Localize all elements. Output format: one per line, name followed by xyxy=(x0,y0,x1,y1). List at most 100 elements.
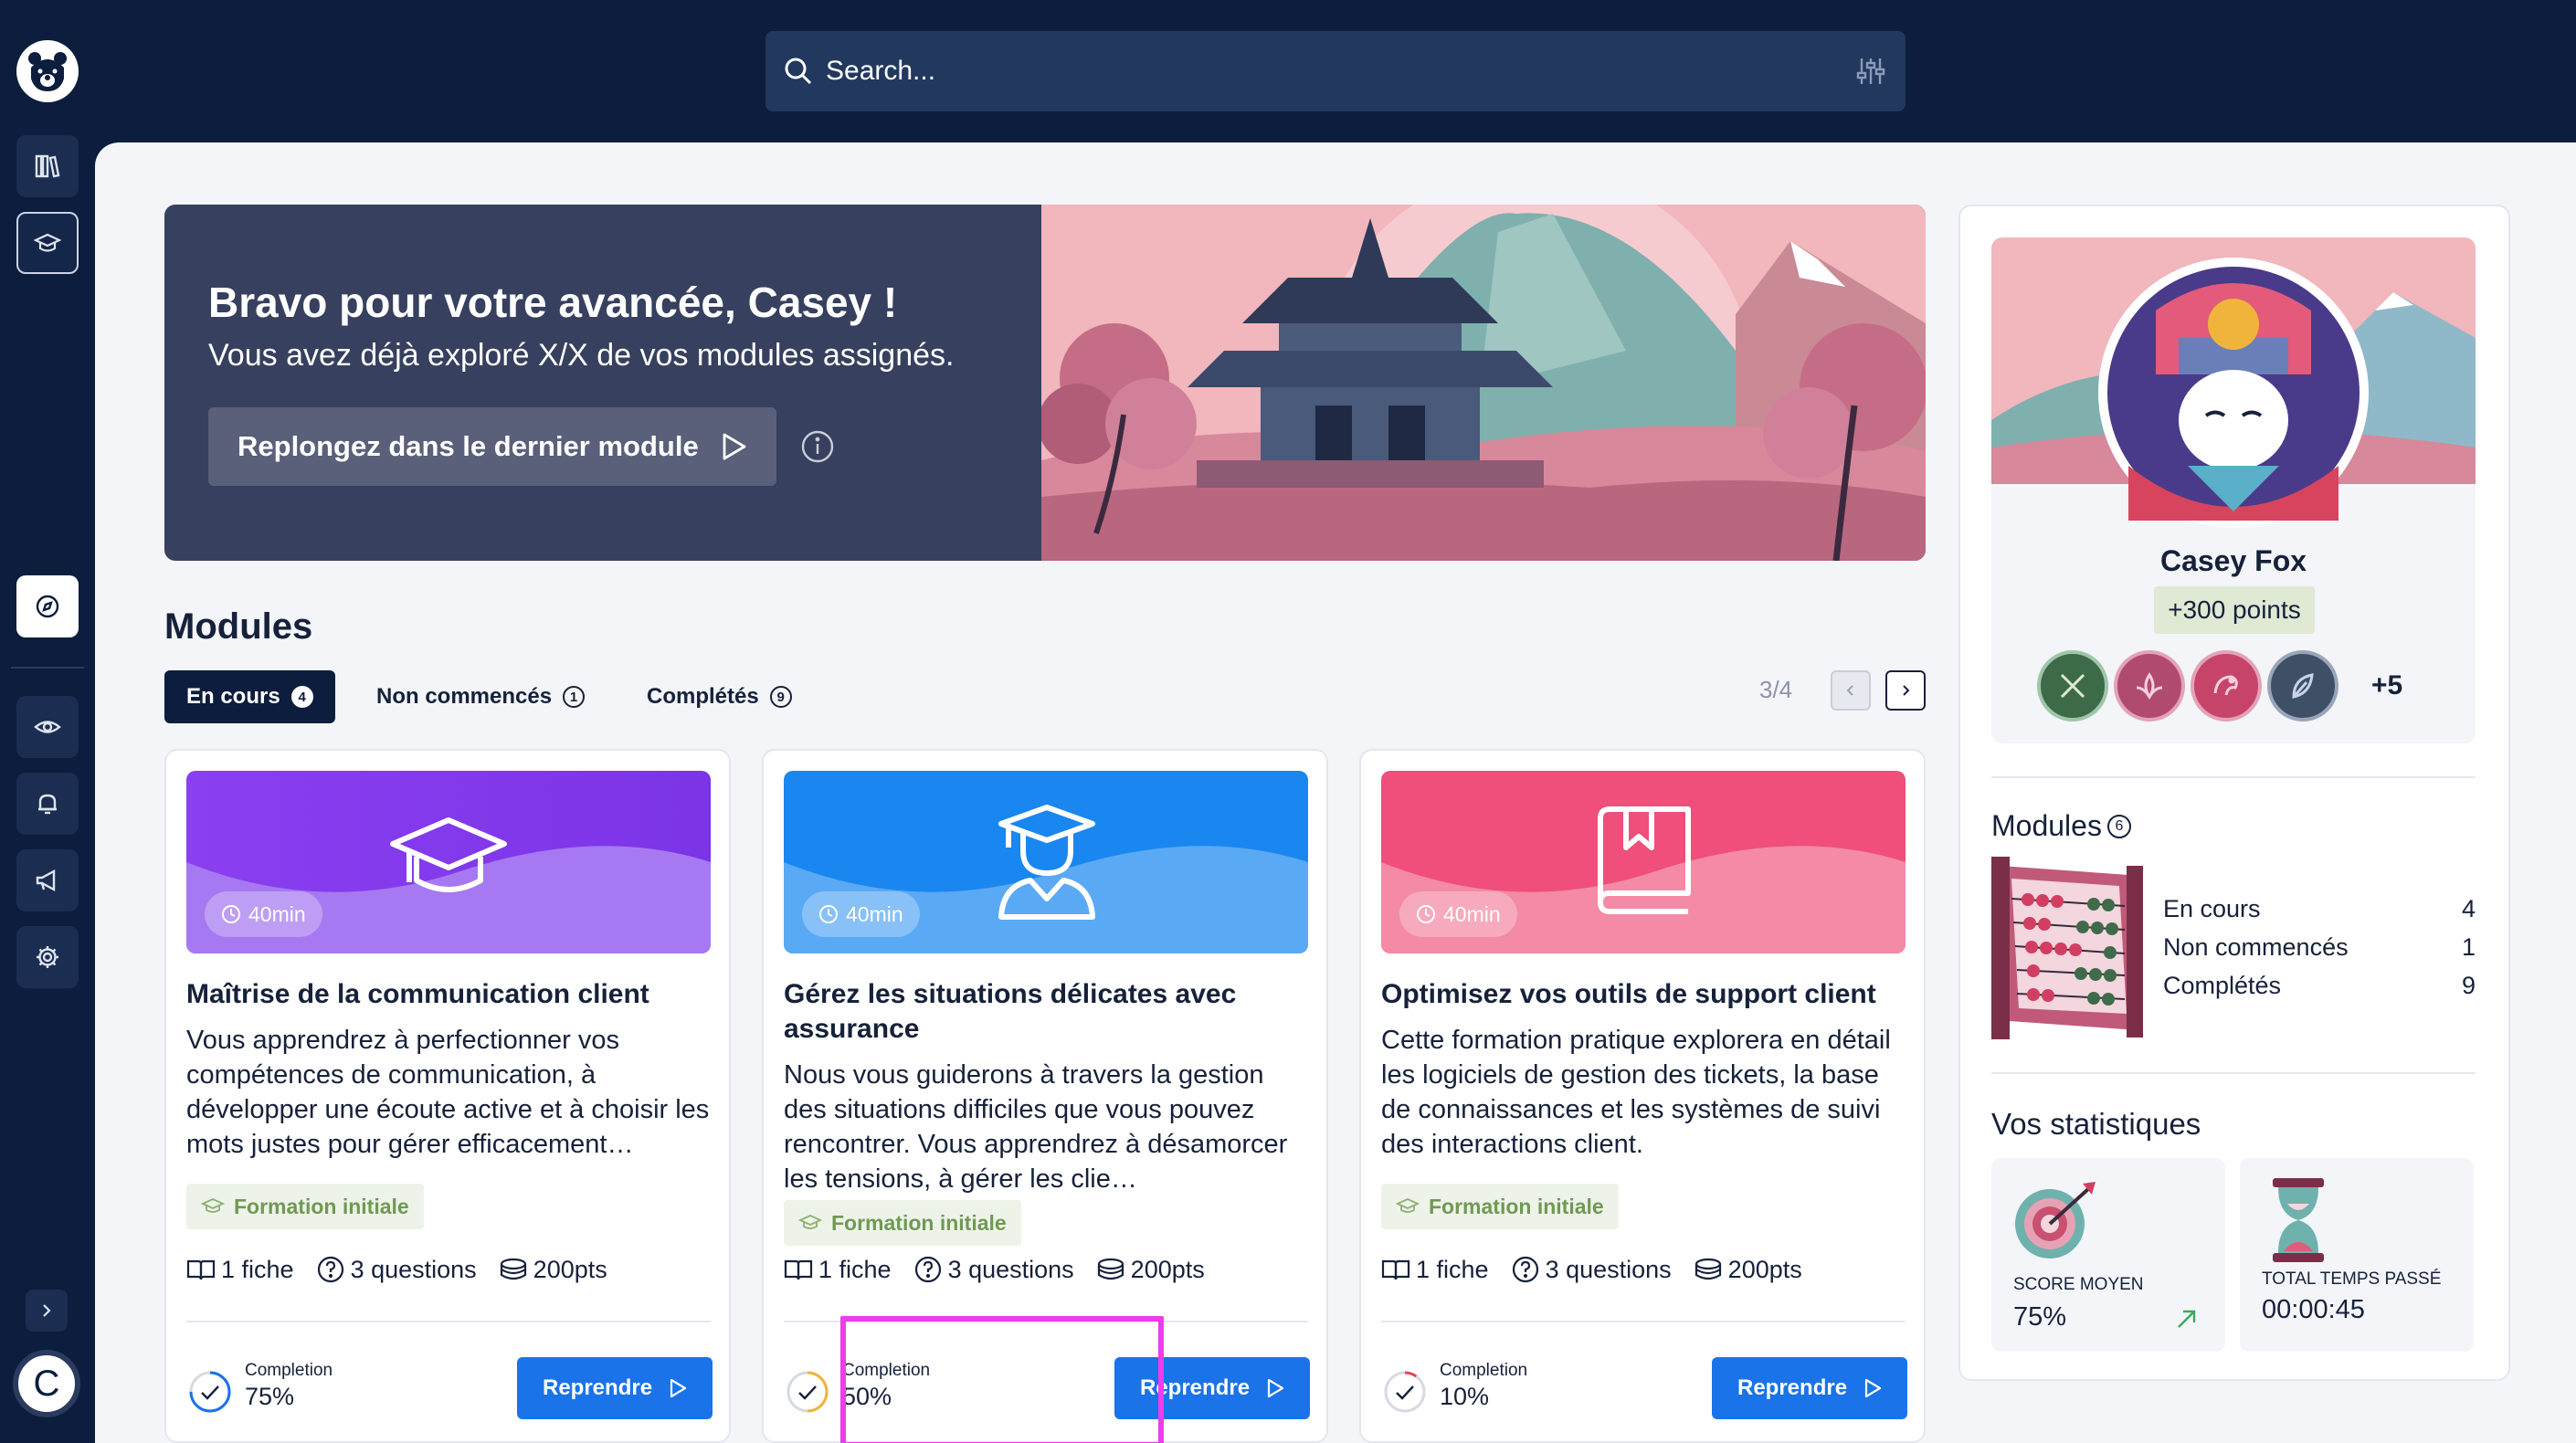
search-input[interactable]: Search... xyxy=(826,56,935,87)
bell-icon xyxy=(38,794,57,815)
chevron-left-icon xyxy=(1846,685,1853,696)
training-nav[interactable] xyxy=(16,212,79,274)
graduation-cap-icon xyxy=(390,817,507,892)
stat-label: Score moyen xyxy=(2013,1275,2144,1294)
search-bar[interactable]: Search... xyxy=(765,31,1906,111)
coins-icon xyxy=(1097,1258,1124,1280)
bear-icon xyxy=(28,52,67,91)
book-icon xyxy=(186,1259,216,1280)
play-icon xyxy=(723,433,746,460)
duration: 40min xyxy=(1443,901,1501,926)
graduation-cap-icon xyxy=(1396,1198,1420,1213)
completion-indicator: Completion 75% xyxy=(186,1361,460,1417)
completion-value: 50% xyxy=(842,1383,892,1410)
play-icon xyxy=(1864,1378,1882,1398)
chevron-right-icon xyxy=(1903,685,1910,696)
card-divider xyxy=(186,1321,711,1322)
stat-value: 75% xyxy=(2013,1302,2067,1332)
book-icon xyxy=(1381,1259,1410,1280)
more-badges-count[interactable]: +5 xyxy=(2371,670,2402,701)
info-icon[interactable] xyxy=(800,429,835,464)
hero-title: Bravo pour votre avancée, Casey ! xyxy=(208,279,898,326)
next-page-button[interactable] xyxy=(1885,670,1926,711)
previous-page-button[interactable] xyxy=(1831,670,1871,711)
badge-feather-icon[interactable] xyxy=(2267,650,2338,722)
settings-nav[interactable] xyxy=(16,926,79,988)
compass-nav[interactable] xyxy=(16,575,79,637)
module-stat-label: Complétés xyxy=(2163,972,2282,999)
clock-icon xyxy=(1417,905,1435,923)
megaphone-icon xyxy=(36,869,56,892)
resume-last-module-button[interactable]: Replongez dans le dernier module xyxy=(208,407,776,486)
app-logo[interactable] xyxy=(16,40,79,102)
resume-label: Reprendre xyxy=(543,1375,653,1400)
module-description: Nous vous guiderons à travers la gestion… xyxy=(784,1060,1288,1194)
stat-card-time: Total temps passé 00:00:45 xyxy=(2240,1158,2474,1352)
resume-label: Reprendre xyxy=(1737,1375,1848,1400)
module-banner: 40min xyxy=(784,771,1308,953)
module-card[interactable]: 40min Gérez les situations délicates ave… xyxy=(762,749,1328,1443)
tab-completed[interactable]: Complétés 9 xyxy=(647,670,792,723)
resume-button[interactable]: Reprendre xyxy=(1712,1357,1907,1419)
module-banner: 40min xyxy=(186,771,711,953)
completion-value: 75% xyxy=(245,1383,295,1410)
badge-dragon-icon[interactable] xyxy=(2191,650,2262,722)
duration: 40min xyxy=(248,901,306,926)
module-tag: Formation initiale xyxy=(186,1184,424,1229)
modules-summary-count: 6 xyxy=(2106,814,2131,838)
module-description: Vous apprendrez à perfectionner vos comp… xyxy=(186,1026,710,1159)
module-description: Cette formation pratique explorera en dé… xyxy=(1381,1026,1891,1159)
notifications-nav[interactable] xyxy=(16,773,79,835)
chevron-right-icon xyxy=(43,1304,51,1317)
tab-not-started[interactable]: Non commencés 1 xyxy=(376,670,586,723)
library-icon xyxy=(35,154,60,178)
tab-count: 4 xyxy=(290,686,313,708)
module-card[interactable]: 40min Maîtrise de la communication clien… xyxy=(164,749,731,1443)
question-icon xyxy=(914,1256,941,1283)
announcements-nav[interactable] xyxy=(16,849,79,911)
profile-panel: Casey Fox +300 points +5 Modules 6 En co… xyxy=(1958,205,2510,1381)
coins-icon xyxy=(1694,1258,1721,1280)
badge-swords-icon[interactable] xyxy=(2037,650,2108,722)
completion-label: Completion xyxy=(245,1361,333,1380)
duration: 40min xyxy=(846,901,903,926)
user-avatar[interactable]: C xyxy=(13,1350,80,1417)
play-icon xyxy=(1267,1378,1284,1398)
completion-ring-track xyxy=(1384,1371,1426,1413)
completion-ring-icon xyxy=(1384,1371,1426,1413)
left-rail: C xyxy=(0,0,95,1443)
sheet-count: 1 fiche xyxy=(818,1255,892,1283)
badge-lotus-icon[interactable] xyxy=(2114,650,2185,722)
sheet-count: 1 fiche xyxy=(1416,1255,1489,1283)
clock-icon xyxy=(819,905,838,923)
stats-heading: Vos statistiques xyxy=(1991,1107,2201,1141)
question-count: 3 questions xyxy=(350,1255,477,1283)
resume-button[interactable]: Reprendre xyxy=(1114,1357,1310,1419)
module-title: Optimisez vos outils de support client xyxy=(1381,979,1876,1009)
user-initial: C xyxy=(33,1363,60,1404)
tab-label: Non commencés xyxy=(376,684,553,709)
tag-label: Formation initiale xyxy=(1429,1194,1604,1218)
completion-ring-icon xyxy=(189,1371,231,1413)
tab-label: Complétés xyxy=(647,684,759,709)
module-card[interactable]: 40min Optimisez vos outils de support cl… xyxy=(1359,749,1926,1443)
card-divider xyxy=(784,1321,1308,1322)
module-stat-row: Complétés 9 xyxy=(2163,972,2476,1000)
module-meta: 1 fiche 3 questions 200pts xyxy=(1381,1251,1824,1288)
tab-in-progress[interactable]: En cours 4 xyxy=(164,670,335,723)
preview-nav[interactable] xyxy=(16,696,79,758)
rail-divider xyxy=(11,667,84,669)
filter-icon[interactable] xyxy=(1854,55,1887,88)
eye-icon xyxy=(34,721,61,733)
question-icon xyxy=(1512,1256,1538,1283)
completion-label: Completion xyxy=(842,1361,931,1380)
completion-label: Completion xyxy=(1440,1361,1528,1380)
expand-rail-button[interactable] xyxy=(26,1290,68,1332)
resume-button[interactable]: Reprendre xyxy=(517,1357,713,1419)
library-nav[interactable] xyxy=(16,135,79,197)
check-icon xyxy=(201,1385,219,1400)
graduation-cap-icon xyxy=(798,1215,822,1229)
hourglass-icon xyxy=(2273,1178,2324,1262)
bookmark-book-icon xyxy=(1598,806,1691,914)
points-value: 200pts xyxy=(533,1255,607,1283)
